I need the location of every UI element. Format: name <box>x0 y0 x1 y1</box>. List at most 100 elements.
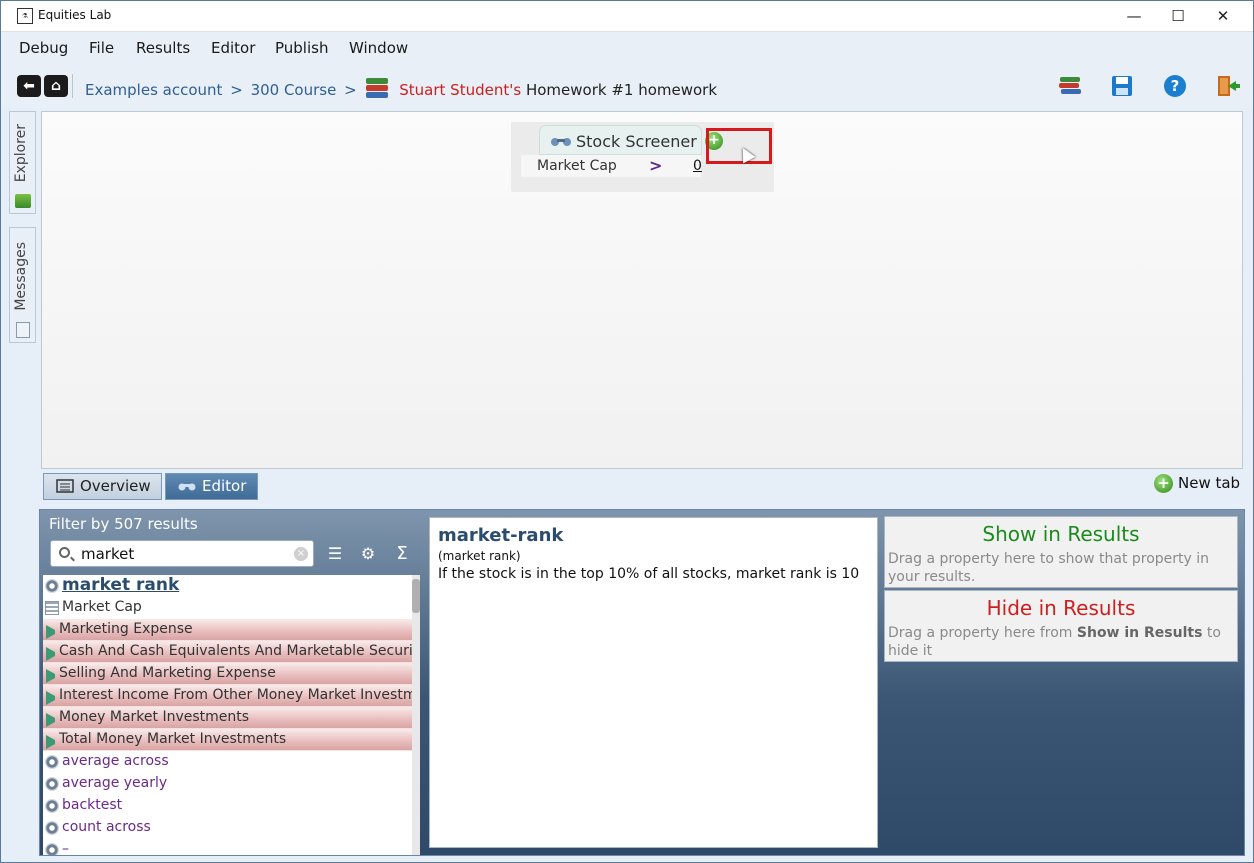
expand-arrow-icon[interactable] <box>46 625 60 639</box>
filter-results-count: Filter by 507 results <box>49 515 198 533</box>
menu-results[interactable]: Results <box>136 39 190 57</box>
expand-arrow-icon[interactable] <box>46 691 60 705</box>
expand-arrow-icon[interactable] <box>46 647 60 661</box>
show-in-results-title: Show in Results <box>982 522 1140 546</box>
list-item-label: average yearly <box>62 775 168 791</box>
breadcrumb-course[interactable]: 300 Course <box>251 81 337 99</box>
help-icon[interactable]: ? <box>1162 73 1188 99</box>
svg-text:?: ? <box>1171 77 1180 95</box>
function-icon <box>45 777 59 791</box>
detail-title: market-rank <box>438 525 564 546</box>
explorer-label: Explorer <box>13 124 29 183</box>
save-icon[interactable] <box>1109 73 1135 99</box>
exit-icon[interactable] <box>1214 73 1240 99</box>
list-item-label: Marketing Expense <box>59 621 193 637</box>
add-icon: + <box>1154 474 1173 493</box>
list-item[interactable]: – <box>43 839 414 855</box>
list-item[interactable]: count across <box>43 817 414 839</box>
table-icon <box>45 601 59 615</box>
envelope-icon <box>16 322 30 338</box>
maximize-button[interactable]: ☐ <box>1155 4 1201 28</box>
function-icon <box>45 755 59 769</box>
close-button[interactable]: ✕ <box>1200 4 1246 28</box>
clear-search-icon[interactable]: × <box>294 547 308 561</box>
tab-explorer[interactable]: Explorer <box>9 111 36 214</box>
breadcrumb-account[interactable]: Examples account <box>85 81 222 99</box>
tab-overview[interactable]: Overview <box>43 473 162 500</box>
list-item[interactable]: Marketing Expense <box>43 619 414 641</box>
list-item-label: Total Money Market Investments <box>59 731 287 747</box>
back-button[interactable]: ⬅ <box>17 75 41 97</box>
stock-screener-header[interactable]: Stock Screener <box>539 125 702 155</box>
menu-debug[interactable]: Debug <box>19 39 68 57</box>
menu-editor[interactable]: Editor <box>211 39 255 57</box>
breadcrumb: Examples account > 300 Course > Stuart S… <box>85 76 717 100</box>
tab-messages[interactable]: Messages <box>9 227 36 343</box>
list-item-label: Selling And Marketing Expense <box>59 665 276 681</box>
breadcrumb-separator: > <box>344 81 357 99</box>
results-list: market rank Market Cap Marketing Expense… <box>43 575 414 855</box>
messages-label: Messages <box>13 242 29 311</box>
property-detail-pane: market-rank (market rank) If the stock i… <box>429 517 878 848</box>
binoculars-icon <box>178 483 196 491</box>
search-input[interactable] <box>81 544 281 564</box>
menu-bar: Debug File Results Editor Publish Window <box>1 32 1253 64</box>
function-icon <box>45 821 59 835</box>
results-scrollbar[interactable] <box>412 575 420 855</box>
new-tab-button[interactable]: + New tab <box>1154 473 1240 495</box>
menu-publish[interactable]: Publish <box>275 39 328 57</box>
show-in-results-dropzone[interactable]: Show in Results Drag a property here to … <box>884 516 1238 588</box>
window-title: Equities Lab <box>38 8 112 22</box>
binoculars-icon <box>551 138 571 146</box>
expand-arrow-icon[interactable] <box>46 735 60 749</box>
menu-file[interactable]: File <box>89 39 114 57</box>
highlight-annotation <box>706 128 772 164</box>
screener-canvas: Stock Screener Market Cap > 0 + <box>41 111 1243 469</box>
list-item[interactable]: market rank <box>43 575 414 597</box>
library-icon[interactable] <box>1057 73 1083 99</box>
function-icon <box>45 843 59 855</box>
sum-icon[interactable]: Σ <box>391 543 413 565</box>
condition-row[interactable]: Market Cap > 0 <box>521 155 702 177</box>
menu-window[interactable]: Window <box>349 39 408 57</box>
list-item-label: backtest <box>62 797 123 813</box>
toolbar-divider <box>72 74 73 98</box>
list-item-label: – <box>62 841 69 855</box>
condition-operator[interactable]: > <box>649 156 662 175</box>
home-button[interactable]: ⌂ <box>44 75 68 97</box>
list-item-label: Market Cap <box>62 599 142 615</box>
arrow-left-icon: ⬅ <box>23 78 35 94</box>
property-browser-panel: Filter by 507 results × ☰ ⚙ Σ market ran… <box>39 509 1245 856</box>
list-item[interactable]: Interest Income From Other Money Market … <box>43 685 414 707</box>
expand-arrow-icon[interactable] <box>46 669 60 683</box>
condition-field[interactable]: Market Cap <box>537 158 617 174</box>
scrollbar-thumb[interactable] <box>412 579 420 613</box>
minimize-button[interactable]: — <box>1111 4 1157 28</box>
home-icon: ⌂ <box>50 78 62 94</box>
hide-in-results-dropzone[interactable]: Hide in Results Drag a property here fro… <box>884 590 1238 662</box>
new-tab-label: New tab <box>1178 474 1241 492</box>
expand-arrow-icon[interactable] <box>46 713 60 727</box>
search-box[interactable]: × <box>50 540 314 567</box>
tab-editor[interactable]: Editor <box>165 473 258 500</box>
settings-icon[interactable]: ⚙ <box>357 543 379 565</box>
list-item[interactable]: Cash And Cash Equivalents And Marketable… <box>43 641 414 663</box>
list-item[interactable]: Total Money Market Investments <box>43 729 414 751</box>
list-item[interactable]: Market Cap <box>43 597 414 619</box>
books-icon <box>364 76 390 100</box>
list-item[interactable]: Selling And Marketing Expense <box>43 663 414 685</box>
list-item-label: average across <box>62 753 169 769</box>
list-item[interactable]: average across <box>43 751 414 773</box>
list-view-icon[interactable]: ☰ <box>324 543 346 565</box>
hide-in-results-title: Hide in Results <box>986 596 1136 620</box>
condition-value[interactable]: 0 <box>693 158 702 174</box>
list-item[interactable]: Money Market Investments <box>43 707 414 729</box>
tab-overview-label: Overview <box>80 477 151 495</box>
list-item[interactable]: backtest <box>43 795 414 817</box>
function-icon <box>45 579 59 593</box>
explorer-icon <box>15 194 31 208</box>
title-bar: ⚗ Equities Lab — ☐ ✕ <box>1 1 1253 32</box>
list-item[interactable]: average yearly <box>43 773 414 795</box>
breadcrumb-owner[interactable]: Stuart Student's <box>399 81 521 99</box>
breadcrumb-separator: > <box>230 81 243 99</box>
